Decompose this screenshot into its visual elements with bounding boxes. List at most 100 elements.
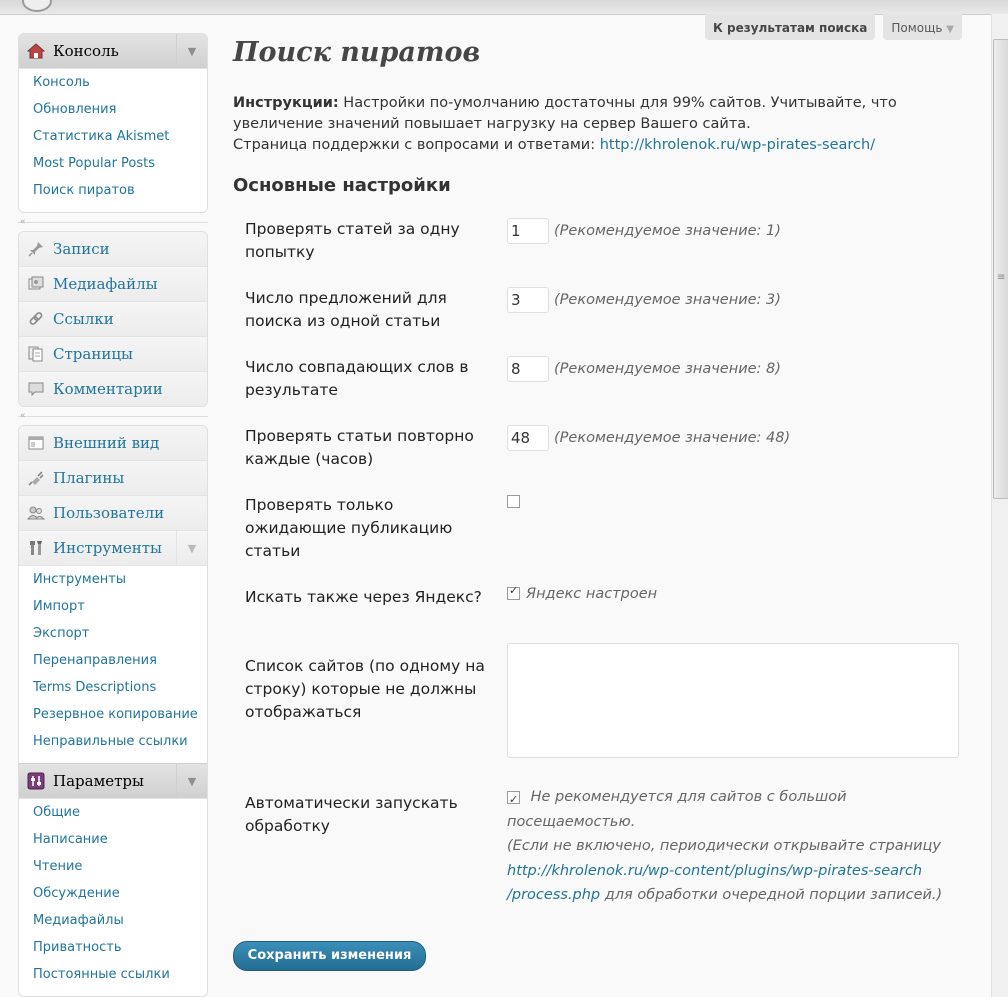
menu-tools-label: Инструменты [53, 539, 162, 557]
menu-separator[interactable]: « [18, 216, 208, 228]
menu-dashboard-label: Консоль [53, 42, 119, 60]
menu-appearance[interactable]: Внешний вид [19, 426, 207, 461]
setting-label: Проверять статьи повторно каждые (часов) [245, 427, 474, 468]
recheck-hours-input[interactable]: 48 [507, 425, 549, 451]
submenu-item-import[interactable]: Импорт [19, 597, 207, 624]
menu-pages[interactable]: Страницы [19, 337, 207, 372]
chevron-down-icon[interactable]: ▼ [176, 531, 207, 565]
setting-field: 8 (Рекомендуемое значение: 8) [507, 356, 967, 382]
pages-icon [26, 344, 46, 364]
articles-per-attempt-input[interactable]: 1 [507, 218, 549, 244]
submenu-dashboard: Консоль Обновления Статистика Akismet Mo… [19, 69, 207, 212]
menu-plugins-label: Плагины [53, 469, 125, 487]
submenu-item-media[interactable]: Медиафайлы [19, 911, 207, 938]
setting-label: Число совпадающих слов в результате [245, 358, 469, 399]
menu-group-system: Внешний вид Плагины Пользователи Инструм… [18, 425, 208, 997]
submenu-item-updates[interactable]: Обновления [19, 100, 207, 127]
chevron-down-icon[interactable]: ▼ [176, 764, 207, 798]
submenu-item-redirects[interactable]: Перенаправления [19, 651, 207, 678]
submenu-item-akismet-stats[interactable]: Статистика Akismet [19, 127, 207, 154]
setting-label: Проверять только ожидающие публикацию ст… [245, 496, 453, 560]
menu-dashboard[interactable]: Консоль ▼ [19, 34, 207, 69]
save-changes-button[interactable]: Сохранить изменения [233, 941, 426, 971]
setting-field: 48 (Рекомендуемое значение: 48) [507, 425, 967, 451]
pending-only-checkbox[interactable] [507, 495, 520, 508]
section-title: Основные настройки [233, 175, 451, 196]
setting-field: Не рекомендуется для сайтов с большой по… [507, 785, 967, 908]
comments-icon [26, 379, 46, 399]
menu-media[interactable]: Медиафайлы [19, 267, 207, 302]
appearance-icon [26, 433, 46, 453]
submenu-item-export[interactable]: Экспорт [19, 624, 207, 651]
process-link-end[interactable]: /process.php [507, 887, 600, 903]
process-link[interactable]: http://khrolenok.ru/wp-content/plugins/w… [507, 863, 922, 879]
setting-field: 1 (Рекомендуемое значение: 1) [507, 218, 967, 244]
menu-links-label: Ссылки [53, 310, 114, 328]
setting-label: Автоматически запускать обработку [245, 794, 458, 835]
settings-icon [26, 771, 46, 791]
scrollbar-thumb[interactable] [993, 39, 1008, 499]
submenu-item-writing[interactable]: Написание [19, 830, 207, 857]
submenu-item-pirates-search[interactable]: Поиск пиратов [19, 181, 207, 208]
menu-users-label: Пользователи [53, 504, 165, 522]
submenu-item-broken-links[interactable]: Неправильные ссылки [19, 732, 207, 759]
instructions: Инструкции: Настройки по-умолчанию доста… [233, 93, 973, 156]
vertical-scrollbar[interactable] [991, 14, 1008, 997]
submenu-settings: Общие Написание Чтение Обсуждение Медиаф… [19, 799, 207, 996]
submenu-item-general[interactable]: Общие [19, 803, 207, 830]
media-icon [26, 274, 46, 294]
auto-run-checkbox[interactable] [507, 788, 520, 812]
admin-sidebar: Консоль ▼ Консоль Обновления Статистика … [18, 33, 208, 997]
home-icon [26, 41, 46, 61]
recommended-hint: (Рекомендуемое значение: 3) [554, 292, 781, 308]
submenu-item-backup[interactable]: Резервное копирование [19, 705, 207, 732]
setting-label: Искать также через Яндекс? [245, 588, 482, 606]
submenu-item-terms-descriptions[interactable]: Terms Descriptions [19, 678, 207, 705]
submenu-item-popular-posts[interactable]: Most Popular Posts [19, 154, 207, 181]
submenu-item-console[interactable]: Консоль [19, 73, 207, 100]
setting-label: Список сайтов (по одному на строку) кото… [245, 657, 485, 721]
auto-run-description: Не рекомендуется для сайтов с большой по… [507, 785, 967, 908]
support-label: Страница поддержки с вопросами и ответам… [233, 137, 600, 153]
instructions-label: Инструкции: [233, 95, 339, 111]
auto-run-note-end: для обработки очередной порции записей.) [600, 887, 943, 903]
menu-links[interactable]: Ссылки [19, 302, 207, 337]
menu-settings[interactable]: Параметры ▼ [19, 763, 207, 799]
setting-label: Число предложений для поиска из одной ст… [245, 289, 447, 330]
submenu-item-tools[interactable]: Инструменты [19, 570, 207, 597]
menu-tools[interactable]: Инструменты ▼ [19, 531, 207, 566]
submenu-item-permalinks[interactable]: Постоянные ссылки [19, 965, 207, 992]
submenu-item-privacy[interactable]: Приватность [19, 938, 207, 965]
recommended-hint: (Рекомендуемое значение: 1) [554, 223, 781, 239]
auto-run-note-start: (Если не включено, периодически открывай… [507, 838, 941, 854]
menu-group-content: Записи Медиафайлы Ссылки Страницы Коммен… [18, 231, 208, 407]
submenu-tools: Инструменты Импорт Экспорт Перенаправлен… [19, 566, 207, 763]
menu-settings-label: Параметры [53, 772, 144, 790]
submenu-item-reading[interactable]: Чтение [19, 857, 207, 884]
page-title: Поиск пиратов [233, 37, 481, 68]
setting-field: Яндекс настроен [507, 584, 967, 602]
support-link[interactable]: http://khrolenok.ru/wp-pirates-search/ [600, 137, 875, 153]
recommended-hint: (Рекомендуемое значение: 48) [554, 430, 791, 446]
pin-icon [26, 239, 46, 259]
menu-separator[interactable]: « [18, 410, 208, 422]
yandex-checkbox[interactable] [507, 584, 520, 600]
menu-posts[interactable]: Записи [19, 232, 207, 267]
tools-icon [26, 538, 46, 558]
users-icon [26, 503, 46, 523]
menu-comments[interactable]: Комментарии [19, 372, 207, 406]
submenu-item-discussion[interactable]: Обсуждение [19, 884, 207, 911]
setting-field [507, 643, 967, 758]
collapse-arrows-icon: « [20, 411, 26, 421]
menu-users[interactable]: Пользователи [19, 496, 207, 531]
sentences-per-article-input[interactable]: 3 [507, 287, 549, 313]
recommended-hint: (Рекомендуемое значение: 8) [554, 361, 781, 377]
admin-header [0, 0, 1008, 15]
menu-plugins[interactable]: Плагины [19, 461, 207, 496]
menu-comments-label: Комментарии [53, 380, 163, 398]
matching-words-input[interactable]: 8 [507, 356, 549, 382]
chevron-down-icon[interactable]: ▼ [176, 34, 207, 68]
links-icon [26, 309, 46, 329]
exclude-sites-textarea[interactable] [507, 643, 959, 758]
auto-run-hint: Не рекомендуется для сайтов с большой по… [507, 789, 847, 830]
